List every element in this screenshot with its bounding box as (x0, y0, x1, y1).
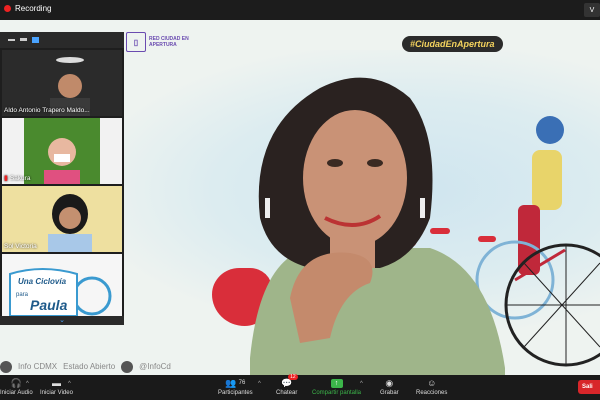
participant-tile[interactable]: Aldo Antonio Trapero Maldo... (2, 50, 122, 116)
minimize-icon[interactable] (8, 39, 15, 41)
participants-caret-icon[interactable]: ^ (258, 381, 261, 387)
participants-button[interactable]: 👥 76 Participantes (218, 377, 253, 397)
share-screen-label: Compartir pantalla (312, 390, 362, 396)
participant-tile[interactable]: Una Ciclovía para Paula (2, 254, 122, 320)
hashtag-banner: #CiudadEnApertura (402, 36, 503, 52)
chat-button[interactable]: 💬 12 Chatear (276, 374, 298, 396)
participant-video: Una Ciclovía para Paula (2, 254, 122, 320)
start-video-label: Iniciar Video (40, 390, 73, 396)
participant-name-wrap: ▮ Sakura (4, 174, 30, 182)
brand-logo: ▯ RED CIUDAD EN APERTURA (126, 32, 204, 52)
participant-name: Sakura (9, 175, 31, 182)
record-button[interactable]: ◉ Grabar (380, 377, 399, 397)
twitter-icon (121, 360, 134, 373)
participants-label: Participantes (218, 390, 253, 396)
participant-tile[interactable]: Sol Victoria (2, 186, 122, 252)
recording-indicator[interactable]: Recording (4, 4, 51, 13)
chat-badge: 12 (288, 374, 298, 380)
promo-title-line2: para (16, 292, 29, 298)
credit-twitter-handle: @InfoCd (139, 362, 171, 371)
reactions-icon: ☺ (427, 378, 437, 388)
globe-icon (0, 360, 12, 373)
strip-view-icon[interactable] (20, 38, 27, 41)
participant-tile[interactable]: ▮ Sakura (2, 118, 122, 184)
chat-icon: 💬 12 (281, 374, 298, 388)
participants-icon: 👥 76 (225, 377, 246, 388)
muted-mic-icon: ▮ (4, 175, 8, 182)
grid-view-icon[interactable] (32, 37, 39, 43)
promo-title-line3: Paula (30, 297, 68, 313)
credit-info-cdmx: Info CDMX (18, 362, 58, 371)
participants-count: 76 (238, 380, 246, 386)
gallery-scroll-down-icon[interactable]: ⌄ (0, 316, 124, 325)
share-screen-button[interactable]: ↑ Compartir pantalla (312, 377, 361, 396)
gallery-header (0, 32, 124, 48)
promo-title-line1: Una Ciclovía (18, 277, 67, 286)
view-button[interactable]: V (584, 3, 600, 17)
headphones-icon: 🎧 (10, 377, 22, 388)
logo-text: RED CIUDAD EN APERTURA (149, 36, 189, 48)
credit-estado-abierto: Estado Abierto (63, 362, 116, 371)
recording-label: Recording (15, 4, 52, 13)
reactions-label: Reacciones (416, 390, 448, 396)
record-icon: ◉ (385, 377, 394, 388)
footer-credits: Info CDMX Estado Abierto @InfoCd (0, 358, 300, 375)
logo-mark-icon: ▯ (126, 32, 146, 52)
participant-gallery[interactable]: Aldo Antonio Trapero Maldo... ▮ Sakura So… (0, 32, 124, 325)
reactions-button[interactable]: ☺ Reacciones (416, 377, 447, 396)
share-screen-icon: ↑ (330, 378, 343, 388)
leave-button[interactable]: Sali (578, 380, 600, 394)
participant-name: Sol Victoria (4, 243, 37, 250)
audio-options-caret-icon[interactable]: ^ (26, 381, 29, 387)
recording-dot-icon (4, 5, 11, 12)
camera-off-icon: ▬ (51, 378, 61, 388)
start-audio-label: Iniciar Audio (0, 390, 33, 396)
video-options-caret-icon[interactable]: ^ (68, 381, 71, 387)
participant-name: Aldo Antonio Trapero Maldo... (4, 107, 90, 114)
chat-label: Chatear (276, 390, 298, 396)
view-label: V (589, 6, 595, 14)
top-bar: Recording V (0, 0, 600, 20)
meeting-toolbar: 🎧 Iniciar Audio ^ ▬ Iniciar Video ^ 👥 76 … (0, 374, 600, 400)
main-speaker-video (250, 77, 505, 375)
share-caret-icon[interactable]: ^ (360, 381, 363, 387)
record-label: Grabar (380, 390, 399, 396)
